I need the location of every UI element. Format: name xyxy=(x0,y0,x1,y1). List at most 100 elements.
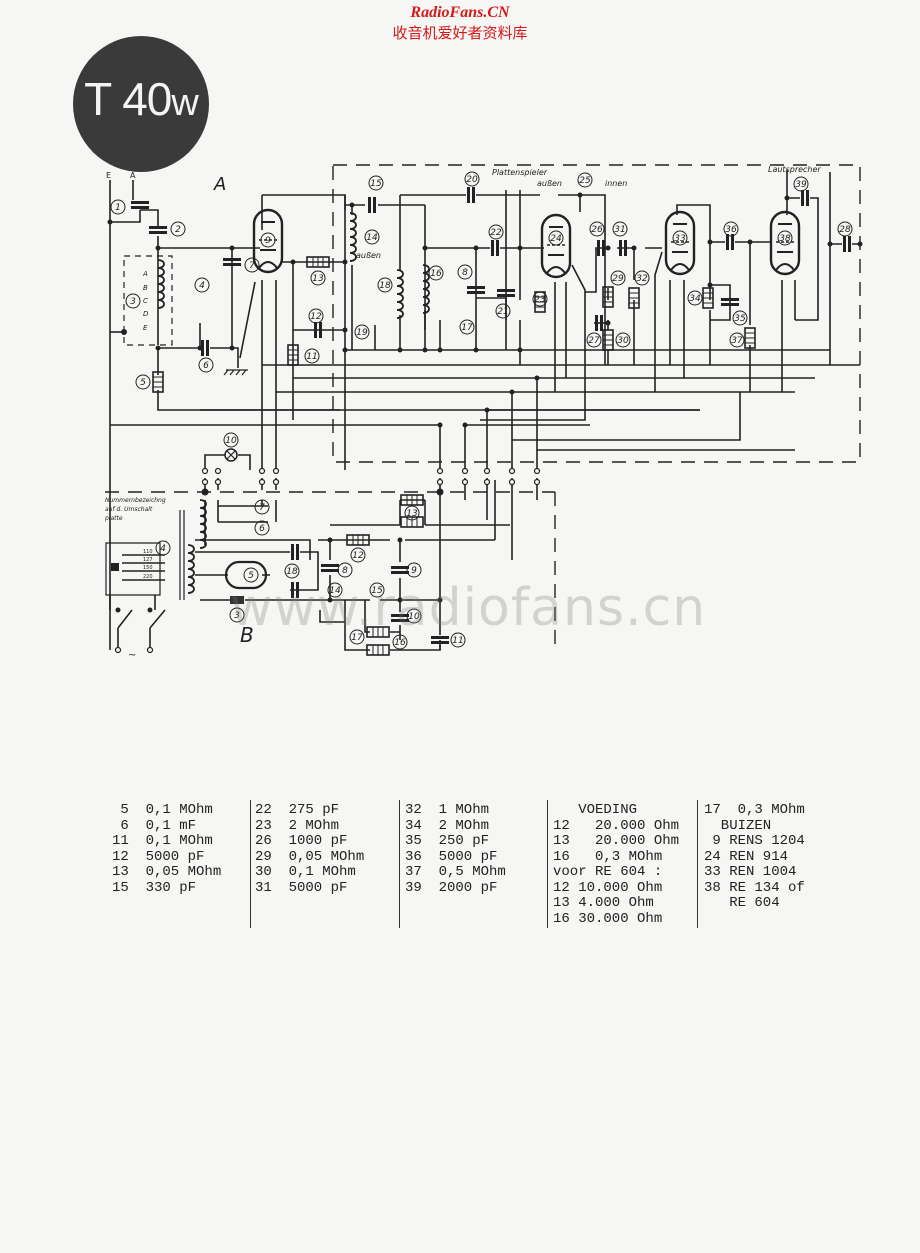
part-number-label: 12 xyxy=(352,551,364,561)
part-number-label: 38 xyxy=(779,234,791,244)
column-divider xyxy=(399,800,400,928)
part-number-label: 22 xyxy=(490,228,502,238)
part-number-label: 7 xyxy=(249,261,255,271)
part-number-label: 17 xyxy=(461,323,473,333)
part-number-label: 5 xyxy=(140,378,146,388)
part-number-label: 23 xyxy=(534,295,546,305)
part-number-label: 3 xyxy=(130,297,136,307)
voeding-alt-row: 13 4.000 Ohm xyxy=(553,895,654,911)
terminal-a-label: A xyxy=(130,171,136,180)
watermark-overlay: www.radiofans.cn xyxy=(230,578,707,638)
voeding-alt-row: 16 30.000 Ohm xyxy=(553,910,663,927)
part-row: 15 330 pF xyxy=(112,879,197,896)
column-divider xyxy=(697,800,698,928)
tube-row: 9 RENS 1204 xyxy=(704,833,805,849)
part-row: 22 275 pF xyxy=(255,802,340,818)
voltage-tap-150: 150 xyxy=(143,565,153,571)
part-row: 12 5000 pF xyxy=(112,848,205,865)
part-number-label: 36 xyxy=(725,225,737,235)
part-number-label: 11 xyxy=(306,352,317,362)
part-number-label: 7 xyxy=(259,503,265,513)
parts-column-voeding: VOEDING 12 20.000 Ohm 13 20.000 Ohm 16 0,3 … xyxy=(553,802,680,927)
buizen-heading: BUIZEN xyxy=(704,817,772,834)
voltage-tap-220: 220 xyxy=(143,574,153,580)
part-number-label: 8 xyxy=(342,566,348,576)
coil-tap-c: C xyxy=(143,297,148,305)
part-number-label: 13 xyxy=(312,274,324,284)
aussen-label-coil: außen xyxy=(356,251,381,260)
part-row: 17 0,3 MOhm xyxy=(704,802,805,818)
parts-column-3: 32 1 MOhm 34 2 MOhm 35 250 pF 36 5000 pF 37 … xyxy=(405,802,506,896)
part-number-label: 6 xyxy=(259,524,265,534)
part-row: 39 2000 pF xyxy=(405,879,498,896)
tube-row: 24 REN 914 xyxy=(704,848,789,865)
innen-label: innen xyxy=(605,179,627,188)
aussen-label-top: außen xyxy=(537,179,562,188)
part-number-label: 30 xyxy=(617,336,629,346)
part-number-label: 26 xyxy=(591,225,603,235)
part-row: 13 0,05 MOhm xyxy=(112,864,222,880)
part-row: 6 0,1 mF xyxy=(112,817,197,834)
part-number-label: 16 xyxy=(430,269,442,279)
part-number-label: 34 xyxy=(689,294,701,304)
mains-symbol: ~ xyxy=(128,650,136,661)
part-row: 36 5000 pF xyxy=(405,848,498,865)
part-number-label: 19 xyxy=(356,328,368,338)
plattenspieler-label: Plattenspieler xyxy=(492,168,548,177)
part-number-label: 21 xyxy=(497,307,508,317)
part-row: 5 0,1 MOhm xyxy=(112,802,213,818)
part-number-label: 39 xyxy=(795,180,807,190)
part-row: 30 0,1 MOhm xyxy=(255,864,356,880)
voltage-tap-110: 110 xyxy=(143,549,153,555)
voeding-row: 13 20.000 Ohm xyxy=(553,833,680,849)
voeding-subheading: voor RE 604 : xyxy=(553,864,663,880)
part-row: 34 2 MOhm xyxy=(405,817,490,834)
part-number-label: 35 xyxy=(734,314,746,324)
part-row: 31 5000 pF xyxy=(255,879,348,896)
part-number-label: 32 xyxy=(636,274,648,284)
part-number-label: 25 xyxy=(579,176,591,186)
part-number-label: 13 xyxy=(406,509,418,519)
parts-column-1: 5 0,1 MOhm 6 0,1 mF 11 0,1 MOhm 12 5000 pF… xyxy=(112,802,222,896)
section-a-label: A xyxy=(213,174,226,195)
part-number-label: 28 xyxy=(839,225,851,235)
part-row: 23 2 MOhm xyxy=(255,817,340,834)
part-number-label: 29 xyxy=(612,274,624,284)
part-number-label: 9 xyxy=(265,236,271,246)
part-number-label: 9 xyxy=(411,566,417,576)
part-number-label: 8 xyxy=(462,268,468,278)
part-row: 35 250 pF xyxy=(405,833,490,849)
part-number-label: 10 xyxy=(225,436,237,446)
tube-row: 33 REN 1004 xyxy=(704,864,797,880)
voeding-row: 16 0,3 MOhm xyxy=(553,848,663,865)
parts-column-2: 22 275 pF 23 2 MOhm 26 1000 pF 29 0,05 MOhm… xyxy=(255,802,364,896)
part-number-label: 6 xyxy=(203,361,209,371)
voltage-tap-127: 127 xyxy=(143,557,153,563)
part-number-label: 4 xyxy=(160,544,166,554)
part-number-label: 20 xyxy=(466,175,478,185)
terminal-e-label: E xyxy=(106,171,111,180)
part-number-label: 37 xyxy=(731,336,743,346)
coil-tap-a: A xyxy=(142,270,148,278)
column-divider xyxy=(250,800,251,928)
part-number-label: 31 xyxy=(614,225,625,235)
plate-note-3: platte xyxy=(104,515,123,522)
coil-tap-e: E xyxy=(143,324,148,332)
part-number-label: 14 xyxy=(366,233,378,243)
tube-row-continued: RE 604 xyxy=(704,895,780,911)
plate-note-2: auf d. Umschalt xyxy=(105,506,153,513)
part-number-label: 4 xyxy=(199,281,205,291)
part-row: 37 0,5 MOhm xyxy=(405,864,506,880)
coil-tap-d: D xyxy=(143,310,149,318)
part-number-label: 16 xyxy=(394,638,406,648)
part-row: 11 0,1 MOhm xyxy=(112,833,213,849)
part-number-label: 18 xyxy=(379,281,391,291)
coil-tap-b: B xyxy=(143,284,148,292)
part-number-label: 2 xyxy=(175,225,181,235)
part-number-label: 24 xyxy=(550,234,562,244)
part-number-label: 33 xyxy=(674,234,686,244)
lautsprecher-label: Lautsprecher xyxy=(768,165,821,174)
part-row: 32 1 MOhm xyxy=(405,802,490,818)
tube-row: 38 RE 134 of xyxy=(704,879,805,896)
plate-note-1: Nummernbezeichng xyxy=(105,497,166,504)
